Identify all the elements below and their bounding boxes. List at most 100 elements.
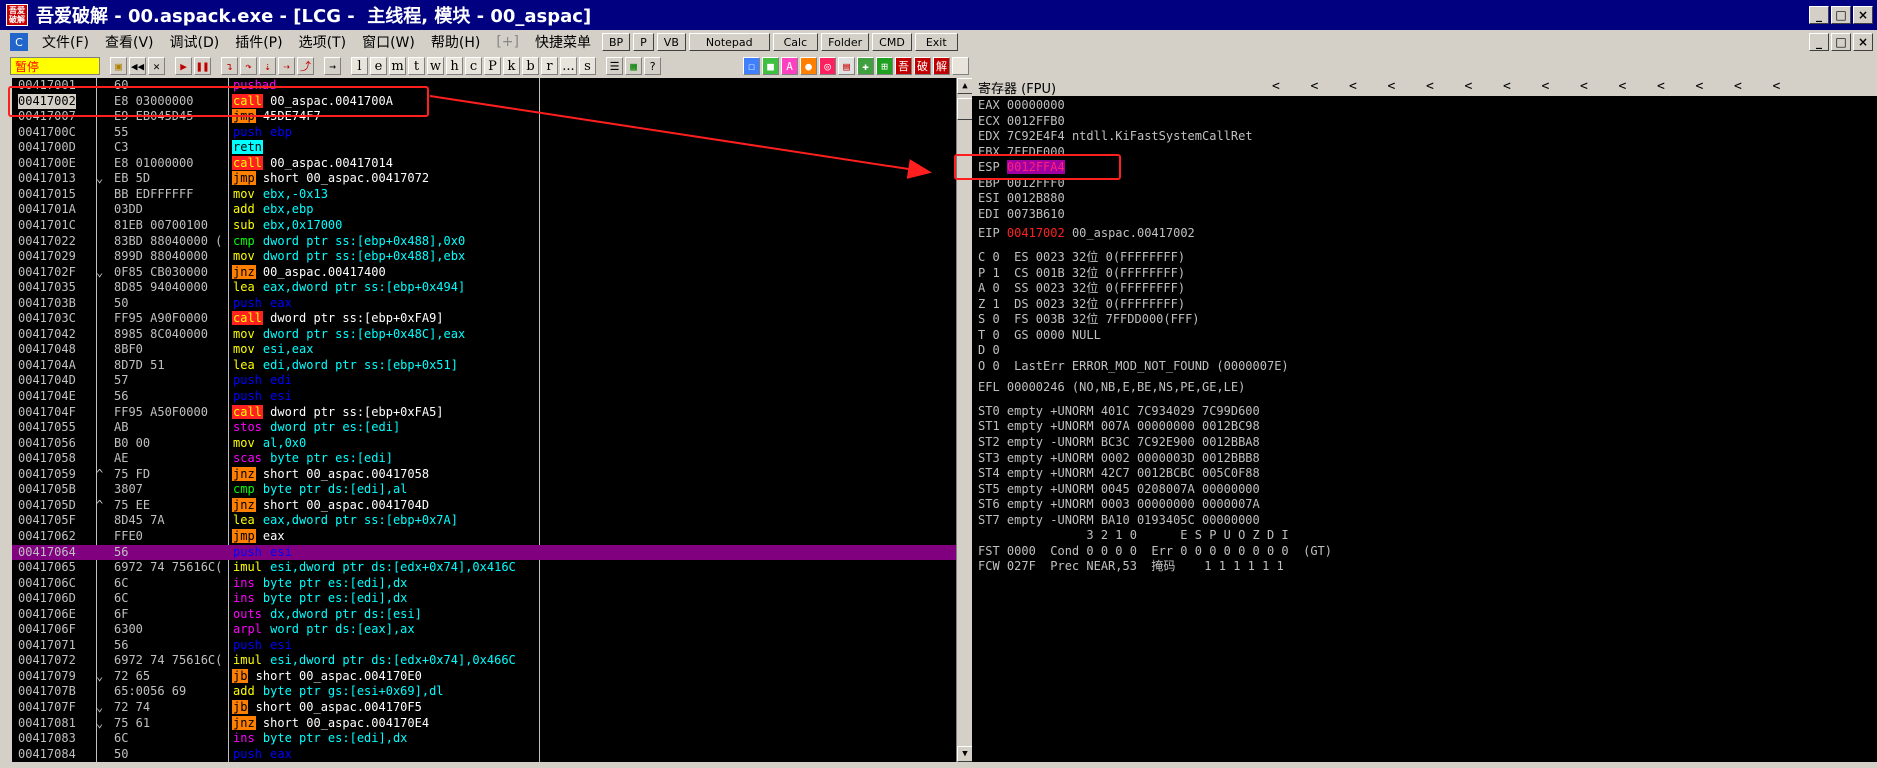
mdi-minimize-button[interactable]: _ (1809, 33, 1829, 51)
disasm-row[interactable]: 0041704D 57 push edi (12, 373, 956, 389)
scroll-left-icon[interactable]: < (1696, 79, 1704, 94)
scroll-left-icon[interactable]: < (1657, 79, 1665, 94)
disasm-row[interactable]: 00417059 ^ 75 FD jnz short 00_aspac.0041705… (12, 466, 956, 483)
fpu-register-line[interactable]: ST7 empty -UNORM BA10 0193405C 00000000 (978, 513, 1260, 529)
tool-icon-4[interactable]: ● (800, 57, 817, 75)
breakpoints-window-button[interactable]: b (522, 57, 539, 75)
register-line[interactable]: EAX 00000000 (978, 98, 1072, 114)
flag-line[interactable]: P 1 CS 001B 32位 0(FFFFFFFF) (978, 266, 1185, 282)
menu-help[interactable]: 帮助(H) (423, 32, 488, 52)
disasm-row[interactable]: 00417055 AB stos dword ptr es:[edi] (12, 420, 956, 436)
disasm-row[interactable]: 0041705D ^ 75 EE jnz short 00_aspac.0041704… (12, 497, 956, 514)
disasm-row[interactable]: 0041706D 6C ins byte ptr es:[edi],dx (12, 591, 956, 607)
fst-line[interactable]: FST 0000 Cond 0 0 0 0 Err 0 0 0 0 0 0 0 … (978, 544, 1332, 560)
mdi-restore-button[interactable]: □ (1831, 33, 1851, 51)
flag-line[interactable]: Z 1 DS 0023 32位 0(FFFFFFFF) (978, 297, 1185, 313)
menu-file[interactable]: 文件(F) (34, 32, 97, 52)
register-line[interactable]: ECX 0012FFB0 (978, 114, 1072, 130)
open-icon[interactable]: ▣ (110, 57, 127, 75)
disasm-row[interactable]: 00417022 83BD 88040000 (cmp dword ptr ss:… (12, 234, 956, 250)
flag-line[interactable]: S 0 FS 003B 32位 7FFDD000(FFF) (978, 312, 1200, 328)
scroll-left-icon[interactable]: < (1542, 79, 1550, 94)
scroll-left-icon[interactable]: < (1349, 79, 1357, 94)
references-window-button[interactable]: r (541, 57, 558, 75)
tool-icon-7[interactable]: ✚ (857, 57, 874, 75)
disasm-row[interactable]: 0041703B 50 push eax (12, 296, 956, 312)
tool-icon-5[interactable]: ◎ (819, 57, 836, 75)
tool-icon-1[interactable]: ☐ (743, 57, 760, 75)
quick-p-button[interactable]: P (633, 33, 654, 51)
menu-window[interactable]: 窗口(W) (354, 32, 423, 52)
disasm-row[interactable]: 00417083 6C ins byte ptr es:[edi],dx (12, 731, 956, 747)
tool-icon-11[interactable]: 解 (933, 57, 950, 75)
fpu-register-line[interactable]: ST5 empty +UNORM 0045 0208007A 00000000 (978, 482, 1260, 498)
tool-icon-9[interactable]: 吾 (895, 57, 912, 75)
disasm-row[interactable]: 00417072 6972 74 75616C(imul esi,dword pt… (12, 653, 956, 669)
scroll-left-icon[interactable]: < (1426, 79, 1434, 94)
quick-cmd-button[interactable]: CMD (872, 33, 912, 51)
efl-line[interactable]: EFL 00000246 (NO,NB,E,BE,NS,PE,GE,LE) (978, 380, 1245, 396)
disassembly-pane[interactable]: 00417001 60 pushad 00417002 E8 03000000 call … (12, 78, 956, 762)
disasm-row[interactable]: 0041706F 6300 arpl word ptr ds:[eax],ax (12, 622, 956, 638)
fpu-register-line[interactable]: ST2 empty -UNORM BC3C 7C92E900 0012BBA8 (978, 435, 1260, 451)
disasm-row[interactable]: 00417048 8BF0 mov esi,eax (12, 342, 956, 358)
quick-exit-button[interactable]: Exit (914, 33, 958, 51)
flag-line[interactable]: A 0 SS 0023 32位 0(FFFFFFFF) (978, 281, 1185, 297)
disasm-row[interactable]: 00417001 60 pushad (12, 78, 956, 94)
tool-icon-3[interactable]: A (781, 57, 798, 75)
goto-icon[interactable]: → (324, 57, 341, 75)
eip-line[interactable]: EIP 00417002 00_aspac.00417002 (978, 226, 1195, 242)
rewind-icon[interactable]: ◀◀ (129, 57, 146, 75)
flag-line[interactable]: D 0 (978, 343, 1000, 359)
list-icon[interactable]: ☰ (606, 57, 623, 75)
scroll-left-icon[interactable]: < (1388, 79, 1396, 94)
disasm-row[interactable]: 00417062 FFE0 jmp eax (12, 528, 956, 545)
quick-calc-button[interactable]: Calc (772, 33, 819, 51)
register-line[interactable]: EBX 7FFDE000 (978, 145, 1072, 161)
menu-view[interactable]: 查看(V) (97, 32, 162, 52)
disasm-row[interactable]: 0041706E 6F outs dx,dword ptr ds:[esi] (12, 607, 956, 623)
disasm-row[interactable]: 0041700E E8 01000000 call 00_aspac.0041701… (12, 155, 956, 172)
disasm-row[interactable]: 00417081 ⌄ 75 61 jnz short 00_aspac.004170E… (12, 715, 956, 732)
scroll-down-icon[interactable]: ▼ (957, 746, 973, 762)
fpu-register-line[interactable]: ST4 empty +UNORM 42C7 0012BCBC 005C0F88 (978, 466, 1260, 482)
fpu-register-line[interactable]: ST3 empty +UNORM 0002 0000003D 0012BBB8 (978, 451, 1260, 467)
fpu-register-line[interactable]: ST1 empty +UNORM 007A 00000000 0012BC98 (978, 419, 1260, 435)
modules-window-button[interactable]: e (370, 57, 387, 75)
close-button[interactable]: × (1853, 6, 1873, 24)
scroll-thumb[interactable] (957, 98, 973, 120)
mdi-close-button[interactable]: × (1853, 33, 1873, 51)
scroll-left-icon[interactable]: < (1311, 79, 1319, 94)
disasm-row[interactable]: 00417071 56 push esi (12, 638, 956, 654)
disasm-row[interactable]: 00417065 6972 74 75616C(imul esi,dword pt… (12, 560, 956, 576)
step-into-icon[interactable]: ↴ (221, 57, 238, 75)
disasm-row[interactable]: 0041704F FF95 A50F0000 call dword ptr ss:[… (12, 404, 956, 421)
menu-plus[interactable]: [+] (488, 34, 527, 50)
source-window-button[interactable]: s (579, 57, 596, 75)
menu-options[interactable]: 选项(T) (291, 32, 354, 52)
step-over-icon[interactable]: ↷ (240, 57, 257, 75)
disasm-row[interactable]: 00417013 ⌄ EB 5D jmp short 00_aspac.0041707… (12, 171, 956, 187)
windows-window-button[interactable]: w (427, 57, 444, 75)
fpu-register-line[interactable]: ST6 empty +UNORM 0003 00000000 0000007A (978, 497, 1260, 513)
disasm-row[interactable]: 00417007 E9 EB045D45 jmp 45DE74F7 (12, 109, 956, 125)
tool-icon-2[interactable]: ■ (762, 57, 779, 75)
disasm-row[interactable]: 0041701C 81EB 00700100 sub ebx,0x17000 (12, 218, 956, 234)
registers-header[interactable]: 寄存器 (FPU) < < < < < < < < < < < < < < (972, 78, 1877, 97)
disasm-row[interactable]: 0041702F ⌄ 0F85 CB030000 jnz 00_aspac.00417… (12, 264, 956, 281)
register-line[interactable]: ESP 0012FFA4 (978, 160, 1072, 176)
tool-icon-12[interactable] (952, 57, 969, 75)
trace-over-icon[interactable]: ⇢ (278, 57, 295, 75)
callstack-window-button[interactable]: k (503, 57, 520, 75)
disasm-row[interactable]: 0041700C 55 push ebp (12, 125, 956, 141)
maximize-button[interactable]: □ (1831, 6, 1851, 24)
disasm-row[interactable]: 0041705B 3807 cmp byte ptr ds:[edi],al (12, 482, 956, 498)
menu-debug[interactable]: 调试(D) (162, 32, 228, 52)
flag-line[interactable]: C 0 ES 0023 32位 0(FFFFFFFF) (978, 250, 1185, 266)
fpu-header-line[interactable]: 3 2 1 0 E S P U O Z D I (978, 528, 1288, 544)
disasm-row[interactable]: 00417035 8D85 94040000 lea eax,dword ptr s… (12, 280, 956, 296)
execute-till-return-icon[interactable]: ⤴ (297, 57, 314, 75)
cpu-window-button[interactable]: c (465, 57, 482, 75)
disasm-row[interactable]: 00417058 AE scas byte ptr es:[edi] (12, 451, 956, 467)
log-window-button[interactable]: l (351, 57, 368, 75)
